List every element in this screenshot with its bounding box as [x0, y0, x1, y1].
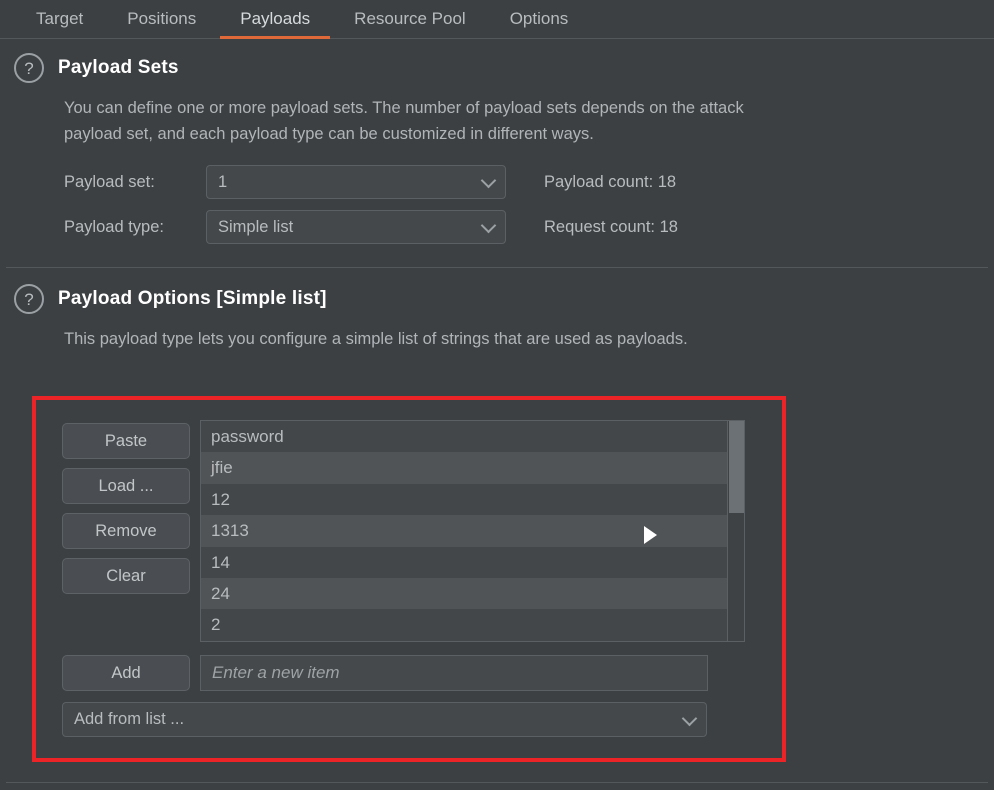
payload-set-row: Payload set: 1 Payload count: 18: [64, 163, 994, 201]
load-button[interactable]: Load ...: [62, 468, 190, 504]
scrollbar-thumb[interactable]: [729, 421, 744, 513]
payload-set-dropdown[interactable]: 1: [206, 165, 506, 199]
tab-bar: Target Positions Payloads Resource Pool …: [0, 0, 994, 39]
payload-options-header: ? Payload Options [Simple list]: [0, 268, 994, 314]
clear-button[interactable]: Clear: [62, 558, 190, 594]
new-item-input[interactable]: Enter a new item: [200, 655, 708, 691]
burp-intruder-payloads-panel: Target Positions Payloads Resource Pool …: [0, 0, 994, 790]
play-arrow-icon[interactable]: [644, 526, 657, 544]
payload-sets-form: Payload set: 1 Payload count: 18 Payload…: [0, 147, 994, 246]
simple-list-editor: Paste Load ... Remove Clear password jfi…: [62, 420, 762, 737]
payload-type-label: Payload type:: [64, 218, 206, 237]
list-item[interactable]: jfie: [201, 452, 744, 483]
editor-top-row: Paste Load ... Remove Clear password jfi…: [62, 420, 762, 642]
payload-sets-section: ? Payload Sets You can define one or mor…: [0, 39, 994, 246]
payload-list[interactable]: password jfie 12 1313 14 24 2: [200, 420, 745, 642]
payload-options-title: Payload Options [Simple list]: [58, 288, 327, 310]
payload-sets-header: ? Payload Sets: [0, 39, 994, 83]
tab-label: Positions: [127, 9, 196, 29]
payload-set-label: Payload set:: [64, 173, 206, 192]
add-button[interactable]: Add: [62, 655, 190, 691]
paste-button[interactable]: Paste: [62, 423, 190, 459]
payload-count-label: Payload count: 18: [544, 173, 676, 192]
load-button-label: Load ...: [98, 477, 153, 496]
tab-target[interactable]: Target: [14, 0, 105, 39]
list-item[interactable]: 14: [201, 547, 744, 578]
list-item[interactable]: 2: [201, 609, 744, 640]
remove-button[interactable]: Remove: [62, 513, 190, 549]
chevron-down-icon: [481, 218, 497, 234]
clear-button-label: Clear: [106, 567, 145, 586]
add-from-list-dropdown[interactable]: Add from list ...: [62, 702, 707, 737]
description-line-2: payload set, and each payload type can b…: [64, 121, 994, 147]
list-item[interactable]: 1313: [201, 515, 744, 546]
tab-label: Target: [36, 9, 83, 29]
new-item-placeholder: Enter a new item: [212, 663, 340, 683]
bottom-divider: [6, 782, 988, 783]
add-from-list-label: Add from list ...: [74, 710, 184, 729]
list-item[interactable]: 24: [201, 578, 744, 609]
remove-button-label: Remove: [95, 522, 156, 541]
payload-type-dropdown[interactable]: Simple list: [206, 210, 506, 244]
payload-sets-title: Payload Sets: [58, 57, 179, 79]
question-mark-icon[interactable]: ?: [14, 284, 44, 314]
tab-payloads[interactable]: Payloads: [218, 0, 332, 39]
tab-label: Payloads: [240, 9, 310, 29]
payload-options-description: This payload type lets you configure a s…: [0, 314, 994, 352]
tab-label: Options: [510, 9, 569, 29]
payload-type-value: Simple list: [218, 218, 293, 237]
tab-label: Resource Pool: [354, 9, 466, 29]
list-vertical-scrollbar[interactable]: [727, 421, 744, 641]
list-item[interactable]: password: [201, 421, 744, 452]
add-button-label: Add: [111, 664, 140, 683]
payload-sets-description: You can define one or more payload sets.…: [0, 83, 994, 147]
add-item-row: Add Enter a new item: [62, 655, 762, 691]
question-mark-icon[interactable]: ?: [14, 53, 44, 83]
payload-type-row: Payload type: Simple list Request count:…: [64, 208, 994, 246]
payload-set-value: 1: [218, 173, 227, 192]
tab-options[interactable]: Options: [488, 0, 591, 39]
paste-button-label: Paste: [105, 432, 147, 451]
request-count-label: Request count: 18: [544, 218, 678, 237]
tab-positions[interactable]: Positions: [105, 0, 218, 39]
description-line-1: You can define one or more payload sets.…: [64, 95, 994, 121]
tab-resource-pool[interactable]: Resource Pool: [332, 0, 488, 39]
list-action-buttons: Paste Load ... Remove Clear: [62, 420, 190, 594]
list-item[interactable]: 12: [201, 484, 744, 515]
chevron-down-icon: [481, 173, 497, 189]
chevron-down-icon: [682, 710, 698, 726]
payload-options-section: ? Payload Options [Simple list] This pay…: [0, 268, 994, 352]
